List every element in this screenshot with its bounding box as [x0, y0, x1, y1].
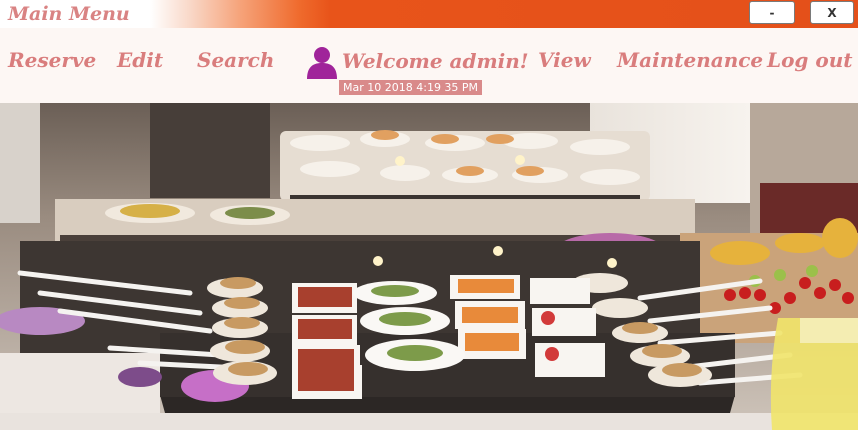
window-title: Main Menu	[8, 3, 130, 25]
minimize-button[interactable]: -	[749, 1, 795, 24]
welcome-message: Welcome admin!	[342, 49, 529, 73]
menu-view[interactable]: View	[538, 48, 591, 72]
catering-buffet-image	[0, 103, 858, 430]
datetime-label: Mar 10 2018 4:19 35 PM	[339, 80, 483, 95]
menu-maintenance[interactable]: Maintenance	[617, 48, 763, 72]
menu-reserve[interactable]: Reserve	[8, 48, 96, 72]
close-button[interactable]: X	[810, 1, 854, 24]
menu-logout[interactable]: Log out	[767, 48, 852, 72]
menu-edit[interactable]: Edit	[117, 48, 163, 72]
user-icon	[307, 47, 337, 79]
title-bar: Main Menu - X	[0, 0, 858, 28]
menu-search[interactable]: Search	[197, 48, 274, 72]
